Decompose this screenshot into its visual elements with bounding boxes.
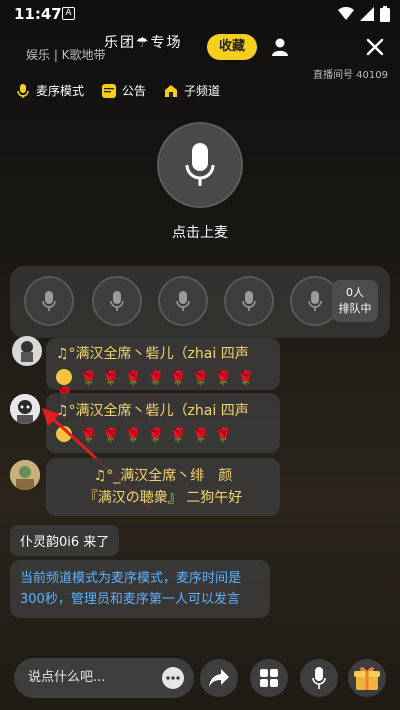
tab-mic-mode[interactable]: 麦序模式 (16, 82, 84, 99)
tab-subchannel-label: 子频道 (184, 84, 221, 98)
mic-seat[interactable] (158, 276, 208, 326)
mic-seats-row: 0人 排队中 (10, 266, 390, 338)
avatar[interactable] (12, 336, 42, 366)
status-time: 11:47 (14, 5, 62, 23)
mic-seat[interactable] (92, 276, 142, 326)
signal-icon (360, 7, 374, 21)
status-icons (338, 6, 390, 22)
chat-message: ♫°满汉全席丶砦儿（zhai 四声 🌹🌹🌹🌹🌹🌹🌹🌹🌹 (46, 338, 280, 403)
microphone-icon (176, 291, 190, 311)
home-icon (164, 84, 178, 98)
microphone-icon (308, 291, 322, 311)
gift-icon (354, 667, 380, 690)
share-arrow-icon (209, 669, 229, 687)
microphone-icon (312, 667, 326, 689)
status-bar: 11:47 A (0, 0, 400, 28)
queue-count: 0人 (346, 286, 364, 299)
join-notice: 仆灵韵0i6 来了 (10, 525, 120, 556)
apps-button[interactable] (250, 659, 288, 697)
room-id: 直播间号 40109 (313, 70, 388, 81)
user-icon[interactable] (270, 37, 290, 57)
mic-seat[interactable] (224, 276, 274, 326)
microphone-icon (242, 291, 256, 311)
app-notification-icon: A (62, 7, 75, 20)
message-text: ♫°满汉全席丶砦儿（zhai 四声 (56, 346, 249, 362)
tab-subchannel[interactable]: 子频道 (164, 82, 220, 99)
microphone-icon (42, 291, 56, 311)
main-mic-button[interactable] (157, 122, 243, 208)
room-title: 乐团☂专场 (104, 35, 183, 51)
tab-notice[interactable]: 公告 (102, 82, 146, 99)
chat-bubble-icon[interactable] (162, 667, 184, 689)
message-text: 『满汉の聴衆』 二狗午好 (83, 490, 243, 506)
battery-icon (380, 6, 390, 22)
notice-icon (102, 83, 117, 98)
mic-seat[interactable] (24, 276, 74, 326)
message-text: ♫°_满汉全席丶绯 颜 (93, 468, 233, 484)
microphone-icon (185, 143, 215, 186)
gift-button[interactable] (348, 659, 386, 697)
share-button[interactable] (200, 659, 238, 697)
chat-message: ♫°_满汉全席丶绯 颜 『满汉の聴衆』 二狗午好 (46, 458, 280, 516)
mic-up-label[interactable]: 点击上麦 (0, 222, 400, 242)
voice-button[interactable] (300, 659, 338, 697)
tab-mic-mode-label: 麦序模式 (36, 84, 85, 98)
mic-mode-icon (16, 83, 30, 98)
queue-label: 排队中 (338, 302, 372, 315)
close-icon[interactable] (366, 38, 384, 56)
system-notice: 当前频道模式为麦序模式，麦序时间是300秒，管理员和麦序第一人可以发言 (10, 560, 270, 618)
grid-icon (260, 669, 278, 687)
room-category: 娱乐 | K歌地带 (26, 48, 106, 62)
favorite-button[interactable]: 收藏 (207, 34, 257, 60)
microphone-icon (110, 291, 124, 311)
smiley-emoji-icon (56, 369, 72, 385)
avatar[interactable] (10, 460, 40, 490)
wifi-icon (338, 7, 354, 20)
room-tabs: 麦序模式 公告 子频道 (16, 82, 220, 99)
tab-notice-label: 公告 (122, 84, 147, 98)
queue-button[interactable]: 0人 排队中 (332, 280, 378, 322)
